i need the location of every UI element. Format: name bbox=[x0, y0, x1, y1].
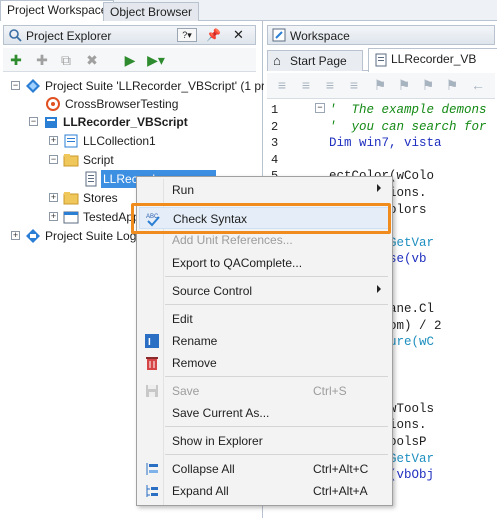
back-icon[interactable]: ← bbox=[469, 76, 487, 94]
editor-tab-strip: ⌂ Start Page LLRecorder_VB bbox=[267, 48, 497, 72]
project-icon bbox=[45, 117, 57, 128]
menu-item-check-syntax[interactable]: ABC Check Syntax bbox=[139, 207, 390, 229]
tree-node-crossbrowser[interactable]: CrossBrowserTesting bbox=[3, 95, 203, 113]
menu-item-show-in-explorer[interactable]: Show in Explorer bbox=[139, 430, 390, 452]
expand-icon[interactable]: + bbox=[49, 193, 58, 202]
tested-app-icon bbox=[63, 211, 79, 224]
expand-all-icon bbox=[146, 485, 158, 497]
collapse-icon[interactable]: − bbox=[49, 155, 58, 164]
tree-node-project-suite[interactable]: − Project Suite 'LLRecorder_VBScript' (1… bbox=[3, 77, 281, 95]
submenu-arrow-icon bbox=[377, 184, 381, 192]
home-icon: ⌂ bbox=[273, 53, 281, 68]
uncomment-icon[interactable]: ≡ bbox=[345, 76, 363, 94]
remove-item-icon[interactable]: ✖ bbox=[83, 51, 101, 69]
bookmark-icon[interactable]: ⚑ bbox=[371, 76, 389, 94]
copy-icon[interactable]: ⧉ bbox=[57, 51, 75, 69]
menu-separator bbox=[165, 203, 388, 204]
fold-collapse-icon[interactable]: − bbox=[315, 103, 325, 113]
tree-node-script[interactable]: − Script bbox=[3, 151, 203, 169]
tab-llrecorder[interactable]: LLRecorder_VB bbox=[368, 48, 497, 72]
run-project-icon[interactable]: ▶ bbox=[121, 51, 139, 69]
menu-separator bbox=[165, 276, 388, 277]
editor-toolbar: ≡ ≡ ≡ ≡ ⚑ ⚑ ⚑ ⚑ ← bbox=[267, 73, 495, 99]
workspace-header: Workspace bbox=[267, 25, 495, 45]
close-icon[interactable]: ✕ bbox=[233, 27, 244, 43]
bookmark-clear-icon[interactable]: ⚑ bbox=[443, 76, 461, 94]
menu-separator bbox=[165, 426, 388, 427]
project-explorer-title: Project Explorer bbox=[26, 29, 112, 43]
menu-item-remove[interactable]: Remove bbox=[139, 352, 390, 374]
script-file-icon bbox=[375, 53, 387, 67]
tab-object-browser[interactable]: Object Browser bbox=[103, 2, 200, 21]
line-number: 1 bbox=[271, 103, 279, 117]
save-icon bbox=[146, 385, 158, 397]
collapse-icon[interactable]: − bbox=[29, 117, 38, 126]
edit-icon bbox=[272, 28, 286, 42]
pane-menu-button[interactable]: ?▾ bbox=[177, 28, 197, 42]
menu-item-expand-all[interactable]: Expand All Ctrl+Alt+A bbox=[139, 480, 390, 502]
line-number: 4 bbox=[271, 152, 279, 167]
menu-item-save[interactable]: Save Ctrl+S bbox=[139, 380, 390, 402]
collection-icon bbox=[64, 134, 78, 148]
expand-icon[interactable]: + bbox=[49, 212, 58, 221]
bookmark-next-icon[interactable]: ⚑ bbox=[395, 76, 413, 94]
collapse-all-icon bbox=[146, 463, 158, 475]
tree-node-llcollection[interactable]: + LLCollection1 bbox=[3, 132, 203, 150]
menu-item-edit[interactable]: Edit bbox=[139, 308, 390, 330]
tab-start-page[interactable]: ⌂ Start Page bbox=[267, 50, 363, 71]
bookmark-prev-icon[interactable]: ⚑ bbox=[419, 76, 437, 94]
menu-item-save-current-as[interactable]: Save Current As... bbox=[139, 402, 390, 424]
menu-item-run[interactable]: Run bbox=[139, 179, 390, 201]
project-explorer-toolbar: ✚ ✚ ⧉ ✖ ▶ ▶▾ bbox=[3, 48, 256, 72]
expand-icon[interactable]: + bbox=[49, 136, 58, 145]
folder-icon bbox=[63, 192, 79, 205]
script-file-icon bbox=[85, 171, 97, 187]
code-line: ' you can search for bbox=[329, 119, 487, 134]
context-menu: Run ABC Check Syntax Add Unit References… bbox=[136, 176, 393, 506]
rename-icon: I bbox=[145, 334, 159, 348]
comment-icon[interactable]: ≡ bbox=[321, 76, 339, 94]
menu-separator bbox=[165, 454, 388, 455]
project-explorer-header: Project Explorer ?▾ 📌 ✕ bbox=[3, 25, 256, 45]
line-number: 2 bbox=[271, 119, 279, 134]
project-suite-icon bbox=[26, 79, 40, 93]
code-line: ' The example demons bbox=[329, 103, 487, 117]
folder-icon bbox=[63, 154, 79, 167]
logs-icon bbox=[26, 229, 40, 243]
search-icon bbox=[9, 29, 22, 42]
menu-separator bbox=[165, 304, 388, 305]
expand-icon[interactable]: + bbox=[11, 231, 20, 240]
menu-item-export-qacomplete[interactable]: Export to QAComplete... bbox=[139, 252, 390, 274]
code-line: Dim win7, vista bbox=[329, 136, 442, 151]
add-item-icon[interactable]: ✚ bbox=[7, 51, 25, 69]
indent-icon[interactable]: ≡ bbox=[273, 76, 291, 94]
collapse-icon[interactable]: − bbox=[11, 81, 20, 90]
tree-node-project[interactable]: − LLRecorder_VBScript bbox=[3, 113, 223, 131]
check-syntax-icon: ABC bbox=[146, 214, 160, 227]
line-number: 3 bbox=[271, 136, 279, 151]
menu-separator bbox=[165, 376, 388, 377]
remove-icon bbox=[146, 357, 158, 370]
outdent-icon[interactable]: ≡ bbox=[297, 76, 315, 94]
workspace-tab-strip: Project Workspace Object Browser bbox=[0, 0, 497, 22]
pin-icon[interactable]: 📌 bbox=[206, 28, 221, 42]
workspace-title: Workspace bbox=[290, 29, 350, 43]
add-existing-icon[interactable]: ✚ bbox=[33, 51, 51, 69]
run-icon[interactable]: ▶▾ bbox=[147, 51, 165, 69]
menu-item-add-unit-references[interactable]: Add Unit References... bbox=[139, 229, 390, 251]
crossbrowser-icon bbox=[46, 97, 60, 111]
svg-text:I: I bbox=[148, 337, 151, 348]
tab-project-workspace[interactable]: Project Workspace bbox=[0, 0, 115, 22]
menu-item-rename[interactable]: I Rename bbox=[139, 330, 390, 352]
menu-item-collapse-all[interactable]: Collapse All Ctrl+Alt+C bbox=[139, 458, 390, 480]
menu-item-source-control[interactable]: Source Control bbox=[139, 280, 390, 302]
submenu-arrow-icon bbox=[377, 285, 381, 293]
